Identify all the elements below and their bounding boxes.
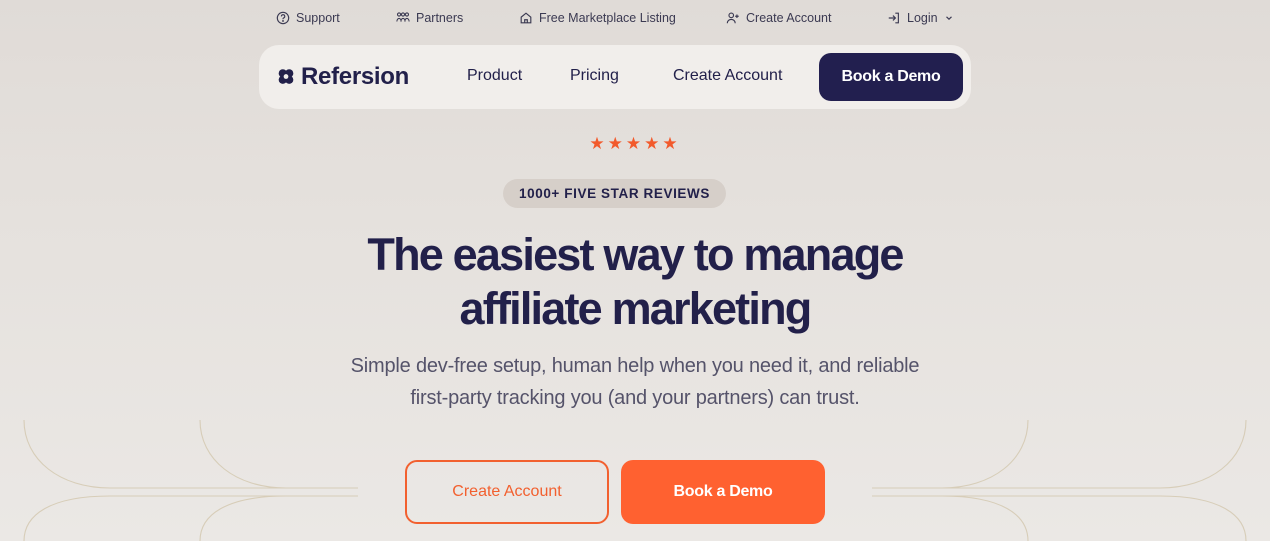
headline-line-2: affiliate marketing	[459, 283, 813, 334]
marketplace-link[interactable]: Free Marketplace Listing	[519, 9, 676, 27]
refersion-logo[interactable]: Refersion	[275, 63, 409, 91]
logo-text: Refersion	[301, 63, 409, 90]
login-link[interactable]: Login	[887, 9, 954, 27]
home-icon	[520, 12, 532, 24]
headline-line-1: The easiest way to manage	[367, 229, 904, 280]
nav-pricing[interactable]: Pricing	[570, 67, 619, 85]
nav-book-demo-button[interactable]: Book a Demo	[819, 53, 963, 101]
reviews-badge: 1000+ FIVE STAR REVIEWS	[503, 179, 726, 208]
five-star-rating: ★★★★★	[589, 134, 681, 153]
nav-create-account[interactable]: Create Account	[673, 67, 782, 85]
create-account-label-top: Create Account	[746, 11, 832, 25]
clover-logo-icon	[278, 69, 294, 84]
book-demo-button[interactable]: Book a Demo	[621, 460, 825, 524]
subtext-line-1: Simple dev-free setup, human help when y…	[350, 355, 920, 377]
partners-icon	[396, 12, 410, 22]
marketplace-label: Free Marketplace Listing	[539, 11, 676, 25]
chevron-down-icon	[945, 16, 952, 21]
main-nav: Refersion Product Pricing Create Account…	[259, 45, 971, 109]
utility-bar: Support Partners Free Marketplace Listin…	[0, 0, 1270, 34]
login-label: Login	[907, 11, 938, 25]
support-link[interactable]: Support	[276, 9, 340, 27]
support-label: Support	[296, 11, 340, 25]
create-account-link-top[interactable]: Create Account	[726, 9, 831, 27]
partners-label: Partners	[416, 11, 464, 25]
login-icon	[888, 12, 899, 24]
user-plus-icon	[726, 12, 739, 24]
hero-headline: The easiest way to manage affiliate mark…	[0, 228, 1270, 336]
partners-link[interactable]: Partners	[396, 9, 463, 27]
question-circle-icon	[276, 11, 290, 25]
create-account-button[interactable]: Create Account	[405, 460, 609, 524]
nav-product[interactable]: Product	[467, 67, 522, 85]
